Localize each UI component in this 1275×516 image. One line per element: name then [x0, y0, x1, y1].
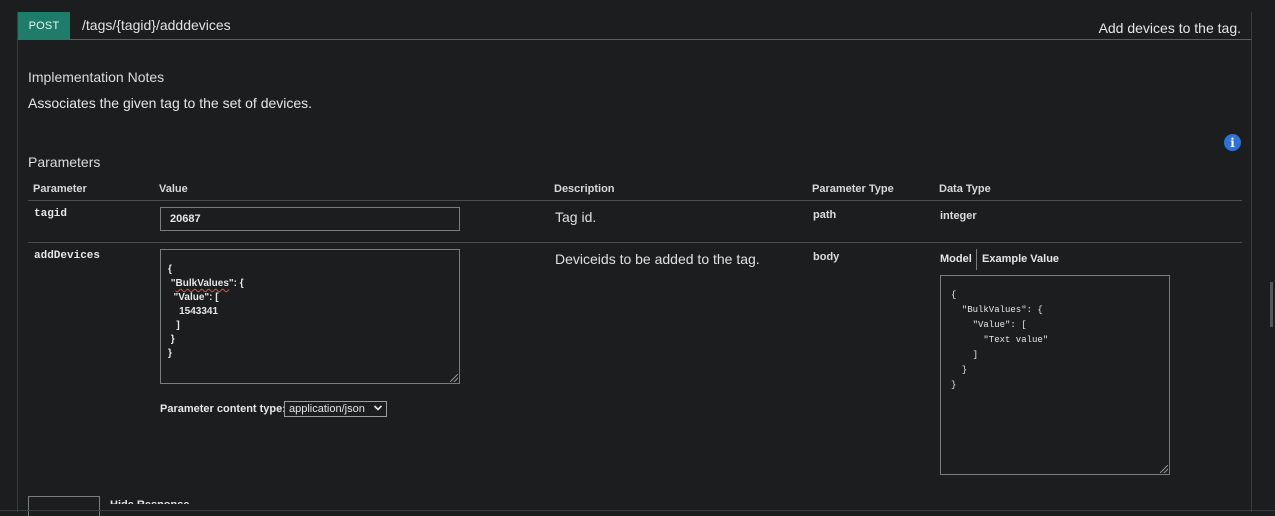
- adddevices-body-textarea[interactable]: { "BulkValues": { "Value": [ 1543341 ] }…: [160, 249, 460, 384]
- body-line: 1543341: [168, 306, 219, 317]
- example-value-text: { "BulkValues": { "Value": [ "Text value…: [951, 290, 1049, 390]
- header-value: Value: [159, 183, 188, 195]
- body-line: }: [168, 348, 172, 359]
- resize-grip-icon[interactable]: [1160, 465, 1168, 473]
- row-divider: [28, 242, 1242, 243]
- implementation-notes-title: Implementation Notes: [28, 69, 165, 85]
- param-name-tagid: tagid: [34, 208, 68, 220]
- body-line: ": [168, 278, 176, 289]
- body-line: }: [168, 334, 175, 345]
- scrollbar[interactable]: [1270, 282, 1273, 327]
- header-parameter: Parameter: [33, 183, 87, 195]
- content-type-label: Parameter content type:: [160, 403, 286, 415]
- info-icon[interactable]: i: [1224, 134, 1241, 151]
- header-data-type: Data Type: [939, 183, 991, 195]
- try-it-out-button[interactable]: [28, 496, 100, 516]
- parameters-title: Parameters: [28, 154, 101, 170]
- body-line: ": {: [228, 278, 244, 289]
- operation-summary: Add devices to the tag.: [1098, 20, 1241, 36]
- tab-model[interactable]: Model: [940, 253, 972, 265]
- content-type-value: application/json: [289, 403, 365, 415]
- param-description-tagid: Tag id.: [555, 209, 597, 225]
- resize-grip-icon[interactable]: [450, 374, 458, 382]
- example-value-box[interactable]: { "BulkValues": { "Value": [ "Text value…: [940, 275, 1170, 475]
- content-type-select[interactable]: application/json: [284, 401, 387, 417]
- body-line: {: [168, 264, 172, 275]
- body-line: ]: [168, 320, 180, 331]
- data-type-tagid: integer: [940, 210, 977, 222]
- implementation-notes-text: Associates the given tag to the set of d…: [28, 95, 313, 111]
- tab-separator: [976, 249, 977, 270]
- param-name-adddevices: addDevices: [34, 250, 101, 262]
- header-parameter-type: Parameter Type: [812, 183, 894, 195]
- body-key-misspelled: BulkValues: [175, 278, 229, 289]
- body-line: "Value": [: [168, 292, 219, 303]
- operation-heading[interactable]: POST /tags/{tagid}/adddevices Add device…: [17, 12, 1252, 40]
- header-description: Description: [554, 183, 615, 195]
- tab-example-value[interactable]: Example Value: [982, 253, 1059, 265]
- tagid-input[interactable]: 20687: [160, 207, 460, 231]
- header-divider: [28, 200, 1242, 201]
- param-type-adddevices: body: [813, 251, 840, 263]
- param-description-adddevices: Deviceids to be added to the tag.: [555, 251, 760, 267]
- operation-path[interactable]: /tags/{tagid}/adddevices: [82, 17, 231, 33]
- bottom-border: [0, 510, 1275, 511]
- param-type-tagid: path: [813, 209, 837, 221]
- chevron-down-icon: [373, 402, 383, 419]
- hide-response-link[interactable]: Hide Response: [110, 498, 189, 504]
- method-badge[interactable]: POST: [18, 12, 70, 39]
